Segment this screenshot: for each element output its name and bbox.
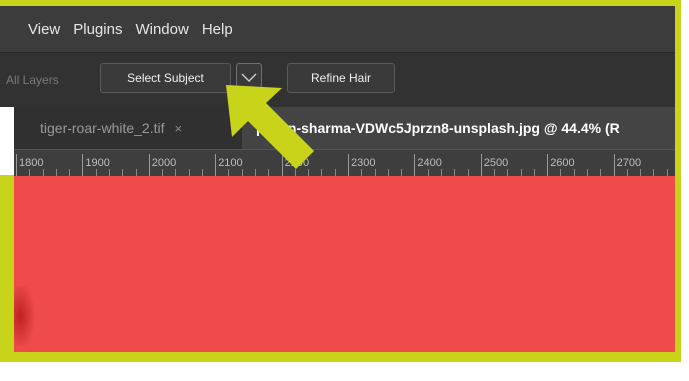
ruler-minor-tick	[55, 169, 57, 176]
ruler-minor-tick	[268, 169, 270, 176]
ruler-minor-tick	[201, 169, 203, 176]
ruler-minor-tick	[560, 169, 562, 176]
ruler-major-tick	[215, 154, 217, 176]
menu-bar: View Plugins Window Help	[0, 6, 675, 52]
ruler-minor-tick	[255, 169, 257, 176]
close-icon[interactable]: ×	[175, 121, 183, 136]
ruler-minor-tick	[175, 169, 177, 176]
tab-label: tiger-roar-white_2.tif	[40, 120, 165, 136]
image-detail	[14, 286, 34, 346]
tab-pavan-sharma[interactable]: pavan-sharma-VDWc5Jprzn8-unsplash.jpg @ …	[242, 107, 675, 149]
select-subject-dropdown[interactable]	[236, 63, 262, 93]
ruler-minor-tick	[454, 169, 456, 176]
screenshot-frame: View Plugins Window Help All Layers Sele…	[0, 0, 689, 381]
ruler-major-tick	[613, 154, 615, 176]
ruler-label: 2000	[151, 157, 177, 169]
ruler-minor-tick	[42, 169, 44, 176]
sample-all-layers-label[interactable]: All Layers	[6, 73, 59, 87]
ruler-minor-tick	[69, 169, 71, 176]
ruler-minor-tick	[308, 169, 310, 176]
ruler-minor-tick	[374, 169, 376, 176]
select-subject-button[interactable]: Select Subject	[100, 63, 231, 93]
options-bar: All Layers Select Subject Refine Hair	[0, 52, 675, 107]
menu-window[interactable]: Window	[135, 21, 188, 38]
highlight-border-top	[0, 0, 681, 6]
ruler-minor-tick	[401, 169, 403, 176]
highlight-border-right	[675, 0, 681, 360]
ruler-minor-tick	[387, 169, 389, 176]
ruler-major-tick	[281, 154, 283, 176]
ruler-major-tick	[16, 154, 17, 176]
ruler-minor-tick	[321, 169, 323, 176]
ruler-minor-tick	[520, 169, 522, 176]
ruler-minor-tick	[294, 169, 296, 176]
ruler-minor-tick	[162, 169, 164, 176]
ruler-minor-tick	[427, 169, 429, 176]
ruler-minor-tick	[573, 169, 575, 176]
ruler-minor-tick	[29, 169, 31, 176]
ruler-label: 2700	[616, 157, 642, 169]
ruler-minor-tick	[626, 169, 628, 176]
ruler-major-tick	[547, 154, 549, 176]
ruler-minor-tick	[188, 169, 190, 176]
ruler-label: 2300	[351, 157, 376, 169]
ruler-minor-tick	[135, 169, 137, 176]
horizontal-ruler: 1800 1900 2000 2100 2200 2300 2400 2500 2600 2700	[14, 149, 675, 177]
highlight-border-bottom	[0, 352, 681, 362]
ruler-minor-tick	[587, 169, 589, 176]
tab-tiger-roar[interactable]: tiger-roar-white_2.tif ×	[14, 107, 242, 149]
ruler-minor-tick	[108, 169, 110, 176]
ruler-minor-tick	[228, 169, 230, 176]
highlight-border-left	[0, 175, 14, 361]
ruler-label: 2400	[417, 157, 442, 169]
ruler-label: 2100	[218, 157, 243, 169]
chevron-down-icon	[241, 73, 257, 82]
ruler-minor-tick	[467, 169, 469, 176]
ruler-minor-tick	[122, 169, 124, 176]
ruler-minor-tick	[95, 169, 97, 176]
document-tab-bar: tiger-roar-white_2.tif × pavan-sharma-VD…	[14, 107, 675, 149]
ruler-label: 2600	[550, 157, 575, 169]
menu-help[interactable]: Help	[202, 21, 233, 38]
ruler-minor-tick	[600, 169, 602, 176]
tab-label: pavan-sharma-VDWc5Jprzn8-unsplash.jpg @ …	[256, 120, 620, 136]
ruler-major-tick	[480, 154, 482, 176]
ruler-major-tick	[348, 154, 349, 176]
ruler-minor-tick	[640, 169, 642, 176]
ruler-minor-tick	[533, 169, 535, 176]
ruler-label: 2500	[483, 157, 509, 169]
ruler-minor-tick	[666, 169, 668, 176]
menu-plugins[interactable]: Plugins	[73, 21, 122, 38]
menu-view[interactable]: View	[28, 21, 60, 38]
ruler-minor-tick	[334, 169, 336, 176]
ruler-label: 2200	[284, 157, 310, 169]
ruler-major-tick	[82, 154, 84, 176]
refine-hair-button[interactable]: Refine Hair	[287, 63, 395, 93]
ruler-minor-tick	[653, 169, 655, 176]
ruler-minor-tick	[361, 169, 363, 176]
ruler-minor-tick	[507, 169, 509, 176]
document-canvas[interactable]	[14, 176, 675, 352]
ruler-minor-tick	[241, 169, 243, 176]
ruler-minor-tick	[494, 169, 496, 176]
ruler-major-tick	[414, 154, 416, 176]
ruler-label: 1800	[19, 157, 44, 169]
ruler-minor-tick	[440, 169, 442, 176]
ruler-major-tick	[148, 154, 150, 176]
ruler-label: 1900	[85, 157, 110, 169]
